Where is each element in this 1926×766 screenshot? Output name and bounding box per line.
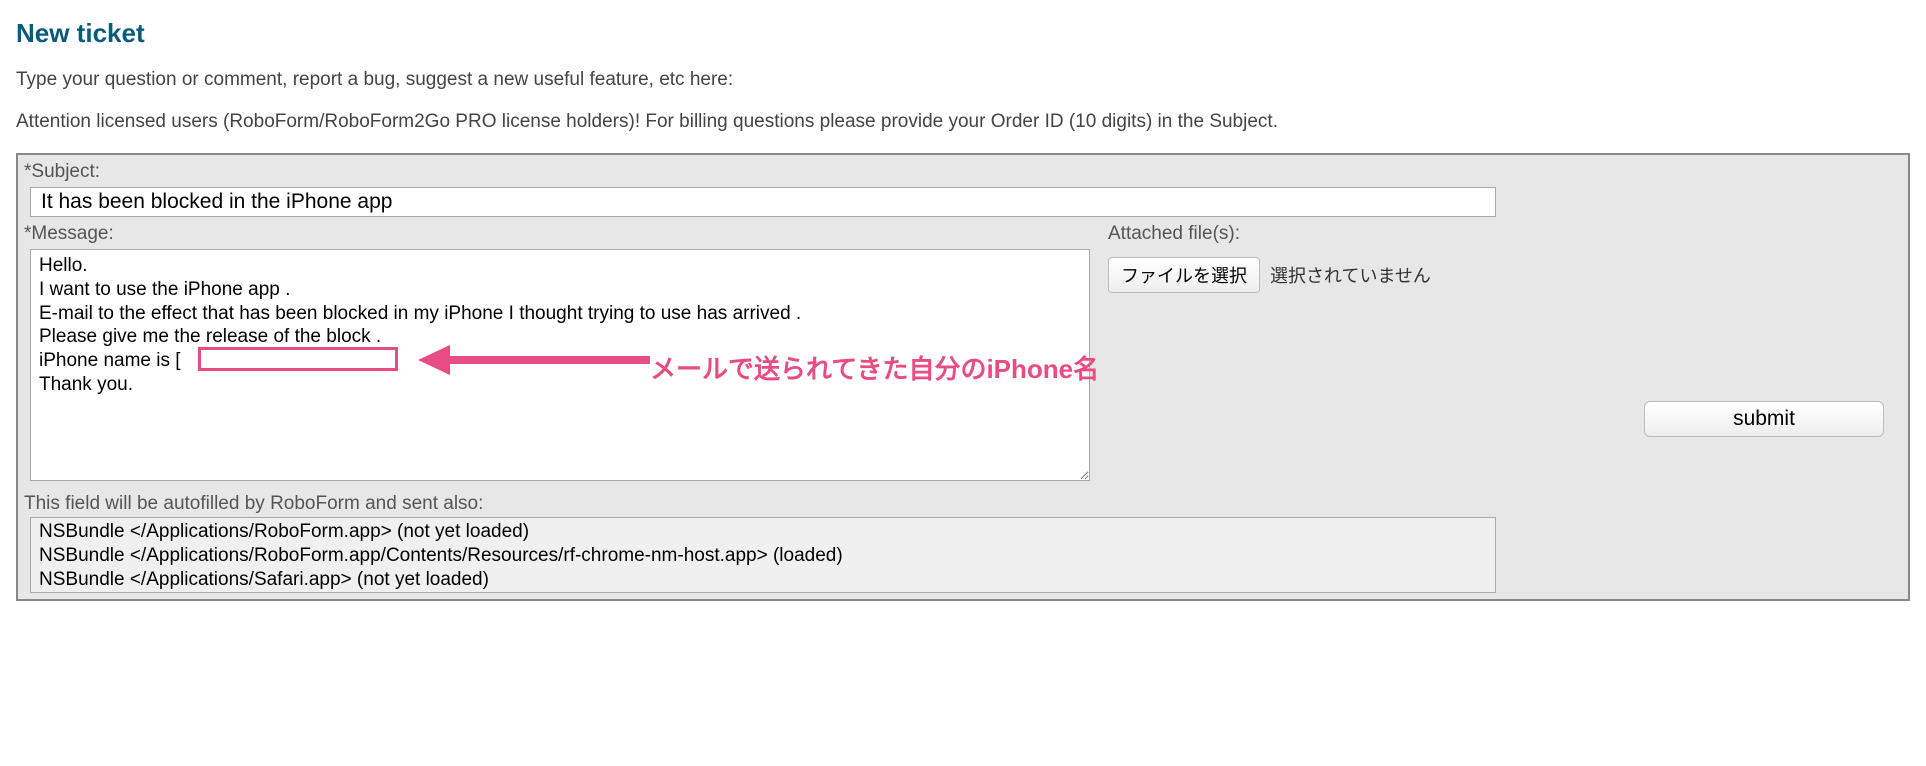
message-label: *Message: bbox=[24, 221, 1090, 247]
intro-text-1: Type your question or comment, report a … bbox=[16, 69, 1910, 91]
autofill-label: This field will be autofilled by RoboFor… bbox=[24, 493, 1902, 515]
intro-text-2: Attention licensed users (RoboForm/RoboF… bbox=[16, 111, 1910, 133]
submit-button[interactable]: submit bbox=[1644, 401, 1884, 437]
attached-files-label: Attached file(s): bbox=[1108, 221, 1902, 247]
choose-file-button[interactable]: ファイルを選択 bbox=[1108, 257, 1260, 293]
file-status-text: 選択されていません bbox=[1270, 262, 1431, 288]
ticket-form: *Subject: *Message: メールで送られてきた自分のiPhone名 bbox=[16, 153, 1910, 601]
autofill-textarea[interactable] bbox=[30, 517, 1496, 593]
page-title: New ticket bbox=[16, 18, 1910, 49]
message-textarea[interactable] bbox=[30, 249, 1090, 481]
subject-input[interactable] bbox=[30, 187, 1496, 217]
subject-label: *Subject: bbox=[24, 159, 1902, 185]
